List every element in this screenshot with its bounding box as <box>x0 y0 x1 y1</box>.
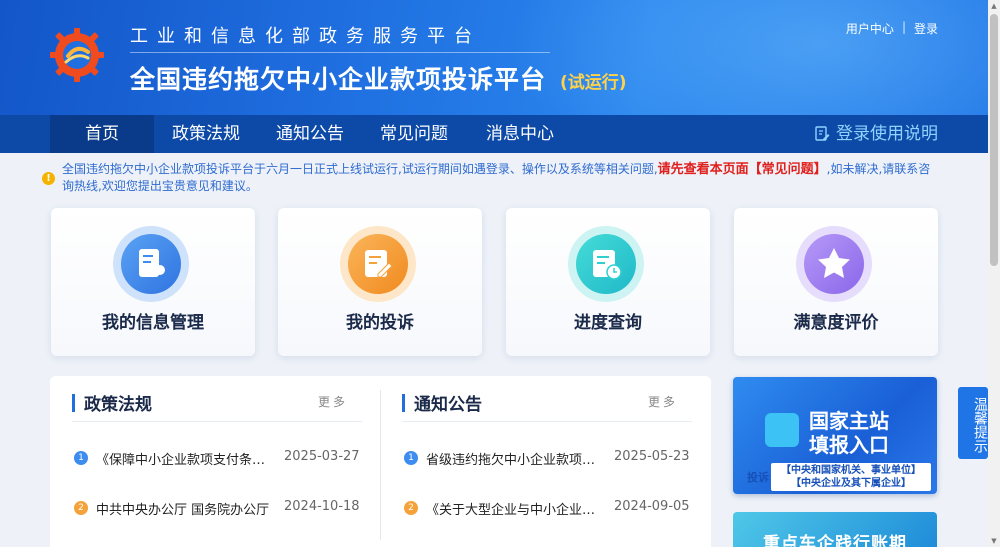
nav-item-home[interactable]: 首页 <box>50 115 154 153</box>
scroll-thumb[interactable] <box>990 14 998 266</box>
card-icon-ring <box>340 226 416 302</box>
header-subtitle: 工业和信息化部政务服务平台 <box>130 26 481 47</box>
policy-more-link[interactable]: 更多 <box>318 393 348 410</box>
item-number: 1 <box>74 451 88 465</box>
banner-title: 国家主站 填报入口 <box>809 409 889 457</box>
header-glow <box>508 0 988 115</box>
notice-faq-link[interactable]: 请先查看本页面【常见问题】 <box>658 162 827 177</box>
car-enterprise-banner[interactable]: 重点车企践行账期 <box>733 512 937 547</box>
section-bar <box>402 394 405 412</box>
list-item[interactable]: 1 省级违约拖欠中小企业款项投诉 2025-05-23 <box>402 449 702 469</box>
warning-icon: ! <box>42 172 55 185</box>
user-center-link[interactable]: 用户中心 <box>846 20 894 37</box>
notice-text: 全国违约拖欠中小企业款项投诉平台于六月一日正式上线试运行,试运行期间如遇登录、操… <box>48 161 938 195</box>
profile-icon <box>139 249 165 277</box>
document-edit-icon <box>815 126 830 141</box>
card-my-info[interactable]: 我的信息管理 <box>51 208 255 356</box>
policy-title: 政策法规 <box>84 395 152 415</box>
banner-scope: 【中央和国家机关、事业单位】 【中央企业及其下属企业】 <box>771 463 931 491</box>
banner-title: 重点车企践行账期 <box>763 534 907 547</box>
login-guide-label: 登录使用说明 <box>836 124 938 144</box>
list-item[interactable]: 2 中共中央办公厅 国务院办公厅 2024-10-18 <box>72 499 372 519</box>
star-icon <box>818 248 850 278</box>
page-title: 全国违约拖欠中小企业款项投诉平台 <box>130 65 547 94</box>
news-panel: 政策法规 更多 1 《保障中小企业款项支付条例》 2025-03-27 2 中共… <box>50 376 711 547</box>
header-banner: 工业和信息化部政务服务平台 全国违约拖欠中小企业款项投诉平台 (试运行) 用户中… <box>0 0 988 115</box>
title-tag: (试运行) <box>560 73 627 93</box>
edit-icon <box>365 250 393 278</box>
card-icon-ring <box>796 226 872 302</box>
scroll-up-icon[interactable]: ▲ <box>990 2 998 10</box>
item-title: 《保障中小企业款项支付条例》 <box>96 453 271 468</box>
card-icon-ring <box>568 226 644 302</box>
notices-more-link[interactable]: 更多 <box>648 393 678 410</box>
notice-banner: ! 全国违约拖欠中小企业款项投诉平台于六月一日正式上线试运行,试运行期间如遇登录… <box>42 161 938 195</box>
item-number: 1 <box>404 451 418 465</box>
card-label: 我的信息管理 <box>102 313 204 333</box>
nav-item-notices[interactable]: 通知公告 <box>264 115 356 153</box>
document-edit-icon <box>765 413 799 447</box>
item-number: 2 <box>74 501 88 515</box>
card-label: 满意度评价 <box>793 313 879 333</box>
column-divider <box>380 390 381 540</box>
scroll-down-icon[interactable]: ▼ <box>990 537 998 545</box>
section-bar <box>72 394 75 412</box>
notices-header: 通知公告 更多 <box>402 390 692 422</box>
item-title: 省级违约拖欠中小企业款项投诉 <box>426 453 601 468</box>
card-progress-query[interactable]: 进度查询 <box>506 208 710 356</box>
item-date: 2024-09-05 <box>614 499 690 514</box>
card-icon-ring <box>113 226 189 302</box>
card-label: 我的投诉 <box>346 313 414 333</box>
nav-item-messages[interactable]: 消息中心 <box>474 115 566 153</box>
title-divider <box>130 52 550 53</box>
main-nav: 首页 政策法规 通知公告 常见问题 消息中心 登录使用说明 <box>0 115 988 153</box>
top-links: 用户中心 | 登录 <box>846 20 938 37</box>
item-number: 2 <box>404 501 418 515</box>
gear-logo-icon <box>50 28 104 82</box>
nav-item-faq[interactable]: 常见问题 <box>368 115 460 153</box>
list-item[interactable]: 2 《关于大型企业与中小企业签订 2024-09-05 <box>402 499 702 519</box>
policy-header: 政策法规 更多 <box>72 390 362 422</box>
tips-side-tab[interactable]: 温馨提示 <box>958 387 988 459</box>
schedule-icon <box>593 250 622 280</box>
login-guide-link[interactable]: 登录使用说明 <box>814 115 938 153</box>
nav-item-policy[interactable]: 政策法规 <box>160 115 252 153</box>
item-title: 《关于大型企业与中小企业签订 <box>426 503 601 518</box>
national-portal-banner[interactable]: 国家主站 填报入口 投诉 【中央和国家机关、事业单位】 【中央企业及其下属企业】 <box>733 377 937 494</box>
page-scrollbar[interactable]: ▲ ▼ <box>988 0 1000 547</box>
item-date: 2025-03-27 <box>284 449 360 464</box>
item-title: 中共中央办公厅 国务院办公厅 <box>96 503 270 518</box>
login-link[interactable]: 登录 <box>914 20 938 37</box>
notices-title: 通知公告 <box>414 395 482 415</box>
item-date: 2024-10-18 <box>284 499 360 514</box>
notice-text-before: 全国违约拖欠中小企业款项投诉平台于六月一日正式上线试运行,试运行期间如遇登录、操… <box>62 162 658 176</box>
banner-tag: 投诉 <box>747 471 769 484</box>
card-satisfaction[interactable]: 满意度评价 <box>734 208 938 356</box>
list-item[interactable]: 1 《保障中小企业款项支付条例》 2025-03-27 <box>72 449 372 469</box>
card-label: 进度查询 <box>574 313 642 333</box>
item-date: 2025-05-23 <box>614 449 690 464</box>
card-my-complaints[interactable]: 我的投诉 <box>278 208 482 356</box>
link-separator: | <box>901 20 906 34</box>
